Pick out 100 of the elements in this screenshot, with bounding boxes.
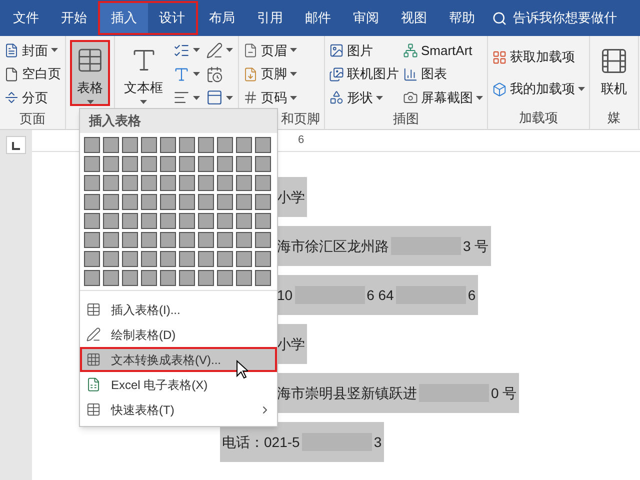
menu-item[interactable]: Excel 电子表格(X) (80, 372, 277, 397)
grid-cell[interactable] (255, 156, 271, 172)
grid-cell[interactable] (198, 270, 214, 286)
grid-cell[interactable] (122, 175, 138, 191)
grid-cell[interactable] (217, 270, 233, 286)
ribbon-button[interactable]: 页眉 (243, 40, 297, 61)
grid-cell[interactable] (217, 251, 233, 267)
grid-cell[interactable] (217, 194, 233, 210)
grid-cell[interactable] (122, 232, 138, 248)
grid-cell[interactable] (217, 175, 233, 191)
grid-cell[interactable] (141, 270, 157, 286)
grid-cell[interactable] (141, 251, 157, 267)
ribbon-tab[interactable]: 布局 (198, 3, 246, 33)
ribbon-button[interactable]: 空白页 (4, 64, 61, 84)
ribbon-button[interactable]: 页脚 (243, 64, 297, 84)
grid-cell[interactable] (236, 270, 252, 286)
grid-cell[interactable] (103, 232, 119, 248)
ribbon-button[interactable]: 屏幕截图 (403, 87, 483, 108)
grid-cell[interactable] (236, 213, 252, 229)
grid-cell[interactable] (103, 137, 119, 153)
grid-cell[interactable] (198, 175, 214, 191)
grid-cell[interactable] (141, 232, 157, 248)
grid-cell[interactable] (103, 194, 119, 210)
ribbon-button[interactable]: SmartArt (403, 40, 483, 61)
grid-cell[interactable] (103, 156, 119, 172)
grid-cell[interactable] (198, 232, 214, 248)
grid-cell[interactable] (236, 194, 252, 210)
grid-cell[interactable] (160, 194, 176, 210)
grid-cell[interactable] (236, 156, 252, 172)
grid-cell[interactable] (103, 251, 119, 267)
grid-cell[interactable] (217, 156, 233, 172)
grid-cell[interactable] (179, 251, 195, 267)
icon-button[interactable] (205, 40, 234, 61)
ribbon-button[interactable]: 形状 (329, 87, 399, 108)
grid-cell[interactable] (217, 232, 233, 248)
grid-cell[interactable] (122, 213, 138, 229)
ribbon-button[interactable]: 分页 (4, 87, 61, 108)
ribbon-button[interactable]: 封面 (4, 40, 61, 61)
grid-cell[interactable] (255, 251, 271, 267)
grid-cell[interactable] (179, 270, 195, 286)
grid-cell[interactable] (84, 232, 100, 248)
grid-cell[interactable] (255, 194, 271, 210)
grid-cell[interactable] (141, 175, 157, 191)
ribbon-tab[interactable]: 设计 (148, 3, 196, 33)
grid-cell[interactable] (122, 156, 138, 172)
ribbon-tab[interactable]: 插入 (100, 3, 148, 33)
ribbon-button[interactable]: 我的加载项 (492, 78, 585, 100)
ribbon-tab[interactable]: 文件 (2, 3, 50, 33)
ribbon-tab[interactable]: 审阅 (342, 3, 390, 33)
grid-cell[interactable] (84, 213, 100, 229)
ribbon-tab[interactable]: 引用 (246, 3, 294, 33)
grid-cell[interactable] (255, 213, 271, 229)
grid-cell[interactable] (84, 194, 100, 210)
grid-cell[interactable] (122, 270, 138, 286)
grid-cell[interactable] (236, 137, 252, 153)
tab-selector[interactable] (6, 136, 26, 154)
ribbon-button[interactable]: 页码 (243, 87, 297, 108)
grid-cell[interactable] (103, 175, 119, 191)
grid-cell[interactable] (179, 213, 195, 229)
grid-cell[interactable] (217, 213, 233, 229)
grid-cell[interactable] (198, 213, 214, 229)
ribbon-tab[interactable]: 邮件 (294, 3, 342, 33)
grid-cell[interactable] (255, 175, 271, 191)
grid-cell[interactable] (160, 270, 176, 286)
table-button[interactable]: 表格 (70, 40, 110, 106)
grid-cell[interactable] (122, 194, 138, 210)
ribbon-tab[interactable]: 视图 (390, 3, 438, 33)
grid-cell[interactable] (236, 232, 252, 248)
grid-cell[interactable] (141, 194, 157, 210)
tell-me-field[interactable]: 告诉我你想要做什 (492, 8, 617, 28)
ribbon-button[interactable]: 图片 (329, 40, 399, 61)
grid-cell[interactable] (179, 175, 195, 191)
ribbon-button[interactable]: 图表 (403, 64, 483, 84)
grid-cell[interactable] (179, 232, 195, 248)
grid-cell[interactable] (236, 175, 252, 191)
menu-item[interactable]: 插入表格(I)... (80, 297, 277, 322)
grid-cell[interactable] (255, 270, 271, 286)
grid-cell[interactable] (122, 251, 138, 267)
ribbon-tab[interactable]: 开始 (50, 3, 98, 33)
grid-cell[interactable] (160, 232, 176, 248)
grid-cell[interactable] (198, 251, 214, 267)
table-button[interactable]: 联机 (594, 40, 634, 106)
grid-cell[interactable] (141, 137, 157, 153)
grid-cell[interactable] (198, 194, 214, 210)
grid-cell[interactable] (103, 213, 119, 229)
grid-cell[interactable] (160, 213, 176, 229)
grid-cell[interactable] (84, 270, 100, 286)
grid-cell[interactable] (84, 251, 100, 267)
grid-cell[interactable] (84, 137, 100, 153)
grid-cell[interactable] (236, 251, 252, 267)
ribbon-button[interactable]: 获取加载项 (492, 46, 585, 68)
grid-cell[interactable] (122, 137, 138, 153)
ribbon-button[interactable]: 联机图片 (329, 64, 399, 84)
grid-cell[interactable] (179, 194, 195, 210)
menu-item[interactable]: 绘制表格(D) (80, 322, 277, 347)
grid-cell[interactable] (255, 137, 271, 153)
grid-cell[interactable] (255, 232, 271, 248)
table-button[interactable]: 文本框 (119, 40, 168, 106)
grid-cell[interactable] (198, 137, 214, 153)
grid-cell[interactable] (160, 251, 176, 267)
